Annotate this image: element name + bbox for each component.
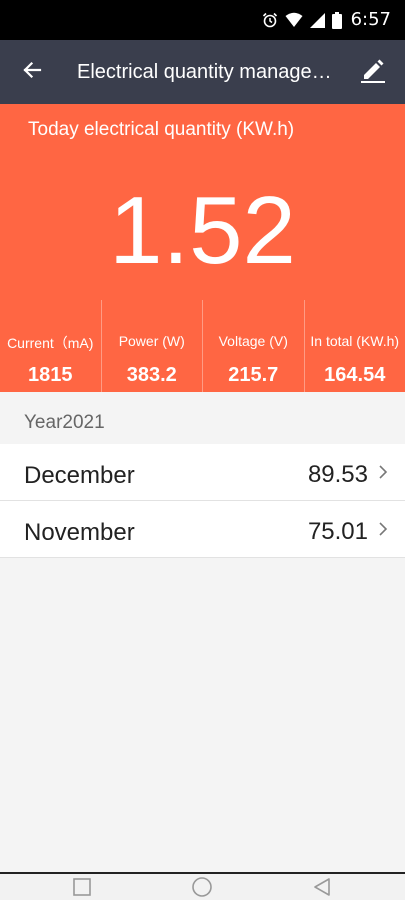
- metric-voltage: Voltage (V) 215.7: [203, 300, 305, 392]
- edit-button[interactable]: [355, 54, 391, 90]
- month-name: December: [24, 462, 135, 489]
- metric-label: Current（mA): [7, 335, 94, 351]
- metric-label: Power (W): [118, 333, 185, 349]
- month-name: November: [24, 519, 135, 546]
- month-row-november[interactable]: November 75.01: [0, 501, 405, 558]
- metrics-row: Current（mA) 1815 Power (W) 383.2 Voltage…: [0, 300, 405, 392]
- back-button[interactable]: [14, 54, 50, 90]
- metric-label: Voltage (V): [218, 333, 288, 349]
- metric-value: 164.54: [324, 364, 386, 386]
- recents-square-icon: [72, 877, 92, 900]
- metric-current: Current（mA) 1815: [0, 300, 102, 392]
- app-bar: Electrical quantity management: [0, 40, 405, 104]
- month-value: 89.53: [307, 461, 368, 488]
- page-title: Electrical quantity management: [77, 61, 339, 83]
- status-time: 6:57: [350, 9, 391, 30]
- metric-total: In total (KW.h) 164.54: [305, 300, 405, 392]
- metric-value: 383.2: [126, 364, 177, 386]
- system-nav-bar: [0, 872, 405, 900]
- metric-value: 1815: [28, 364, 73, 386]
- chevron-right-icon: [377, 464, 389, 480]
- year-label: Year2021: [24, 412, 105, 433]
- status-icons: 6:57: [262, 8, 391, 32]
- summary-panel: Today electrical quantity (KW.h) 1.52 Cu…: [0, 104, 405, 392]
- month-row-december[interactable]: December 89.53: [0, 444, 405, 501]
- alarm-icon: [262, 12, 278, 28]
- metric-label: In total (KW.h): [310, 333, 400, 349]
- wifi-icon: [285, 12, 303, 28]
- arrow-back-icon: [22, 60, 42, 85]
- back-triangle-icon: [312, 877, 332, 900]
- recents-button[interactable]: [71, 877, 93, 900]
- today-quantity-label: Today electrical quantity (KW.h): [28, 119, 295, 140]
- year-header: Year2021: [0, 392, 405, 444]
- metric-value: 215.7: [228, 364, 279, 386]
- cell-signal-icon: [309, 12, 325, 28]
- home-circle-icon: [191, 876, 213, 900]
- month-value: 75.01: [307, 518, 368, 545]
- status-bar: 6:57: [0, 0, 405, 40]
- today-quantity-value: 1.52: [109, 177, 296, 284]
- month-list: December 89.53 November 75.01: [0, 444, 405, 558]
- chevron-right-icon: [377, 521, 389, 537]
- battery-icon: [331, 11, 342, 29]
- pencil-icon: [360, 57, 386, 88]
- metric-power: Power (W) 383.2: [102, 300, 203, 392]
- nav-back-button[interactable]: [311, 877, 333, 900]
- home-button[interactable]: [191, 876, 213, 900]
